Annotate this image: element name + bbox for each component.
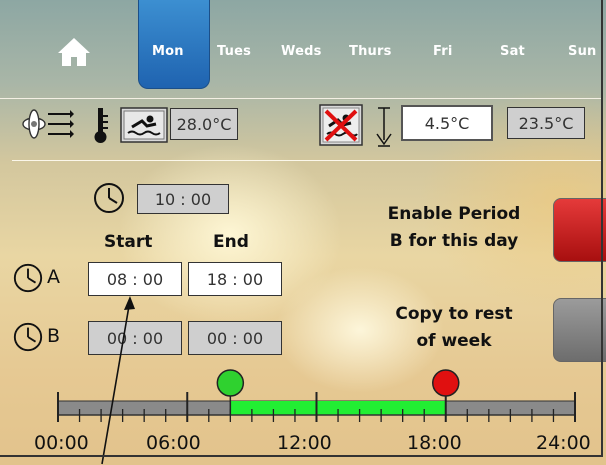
screen-frame	[0, 0, 603, 457]
